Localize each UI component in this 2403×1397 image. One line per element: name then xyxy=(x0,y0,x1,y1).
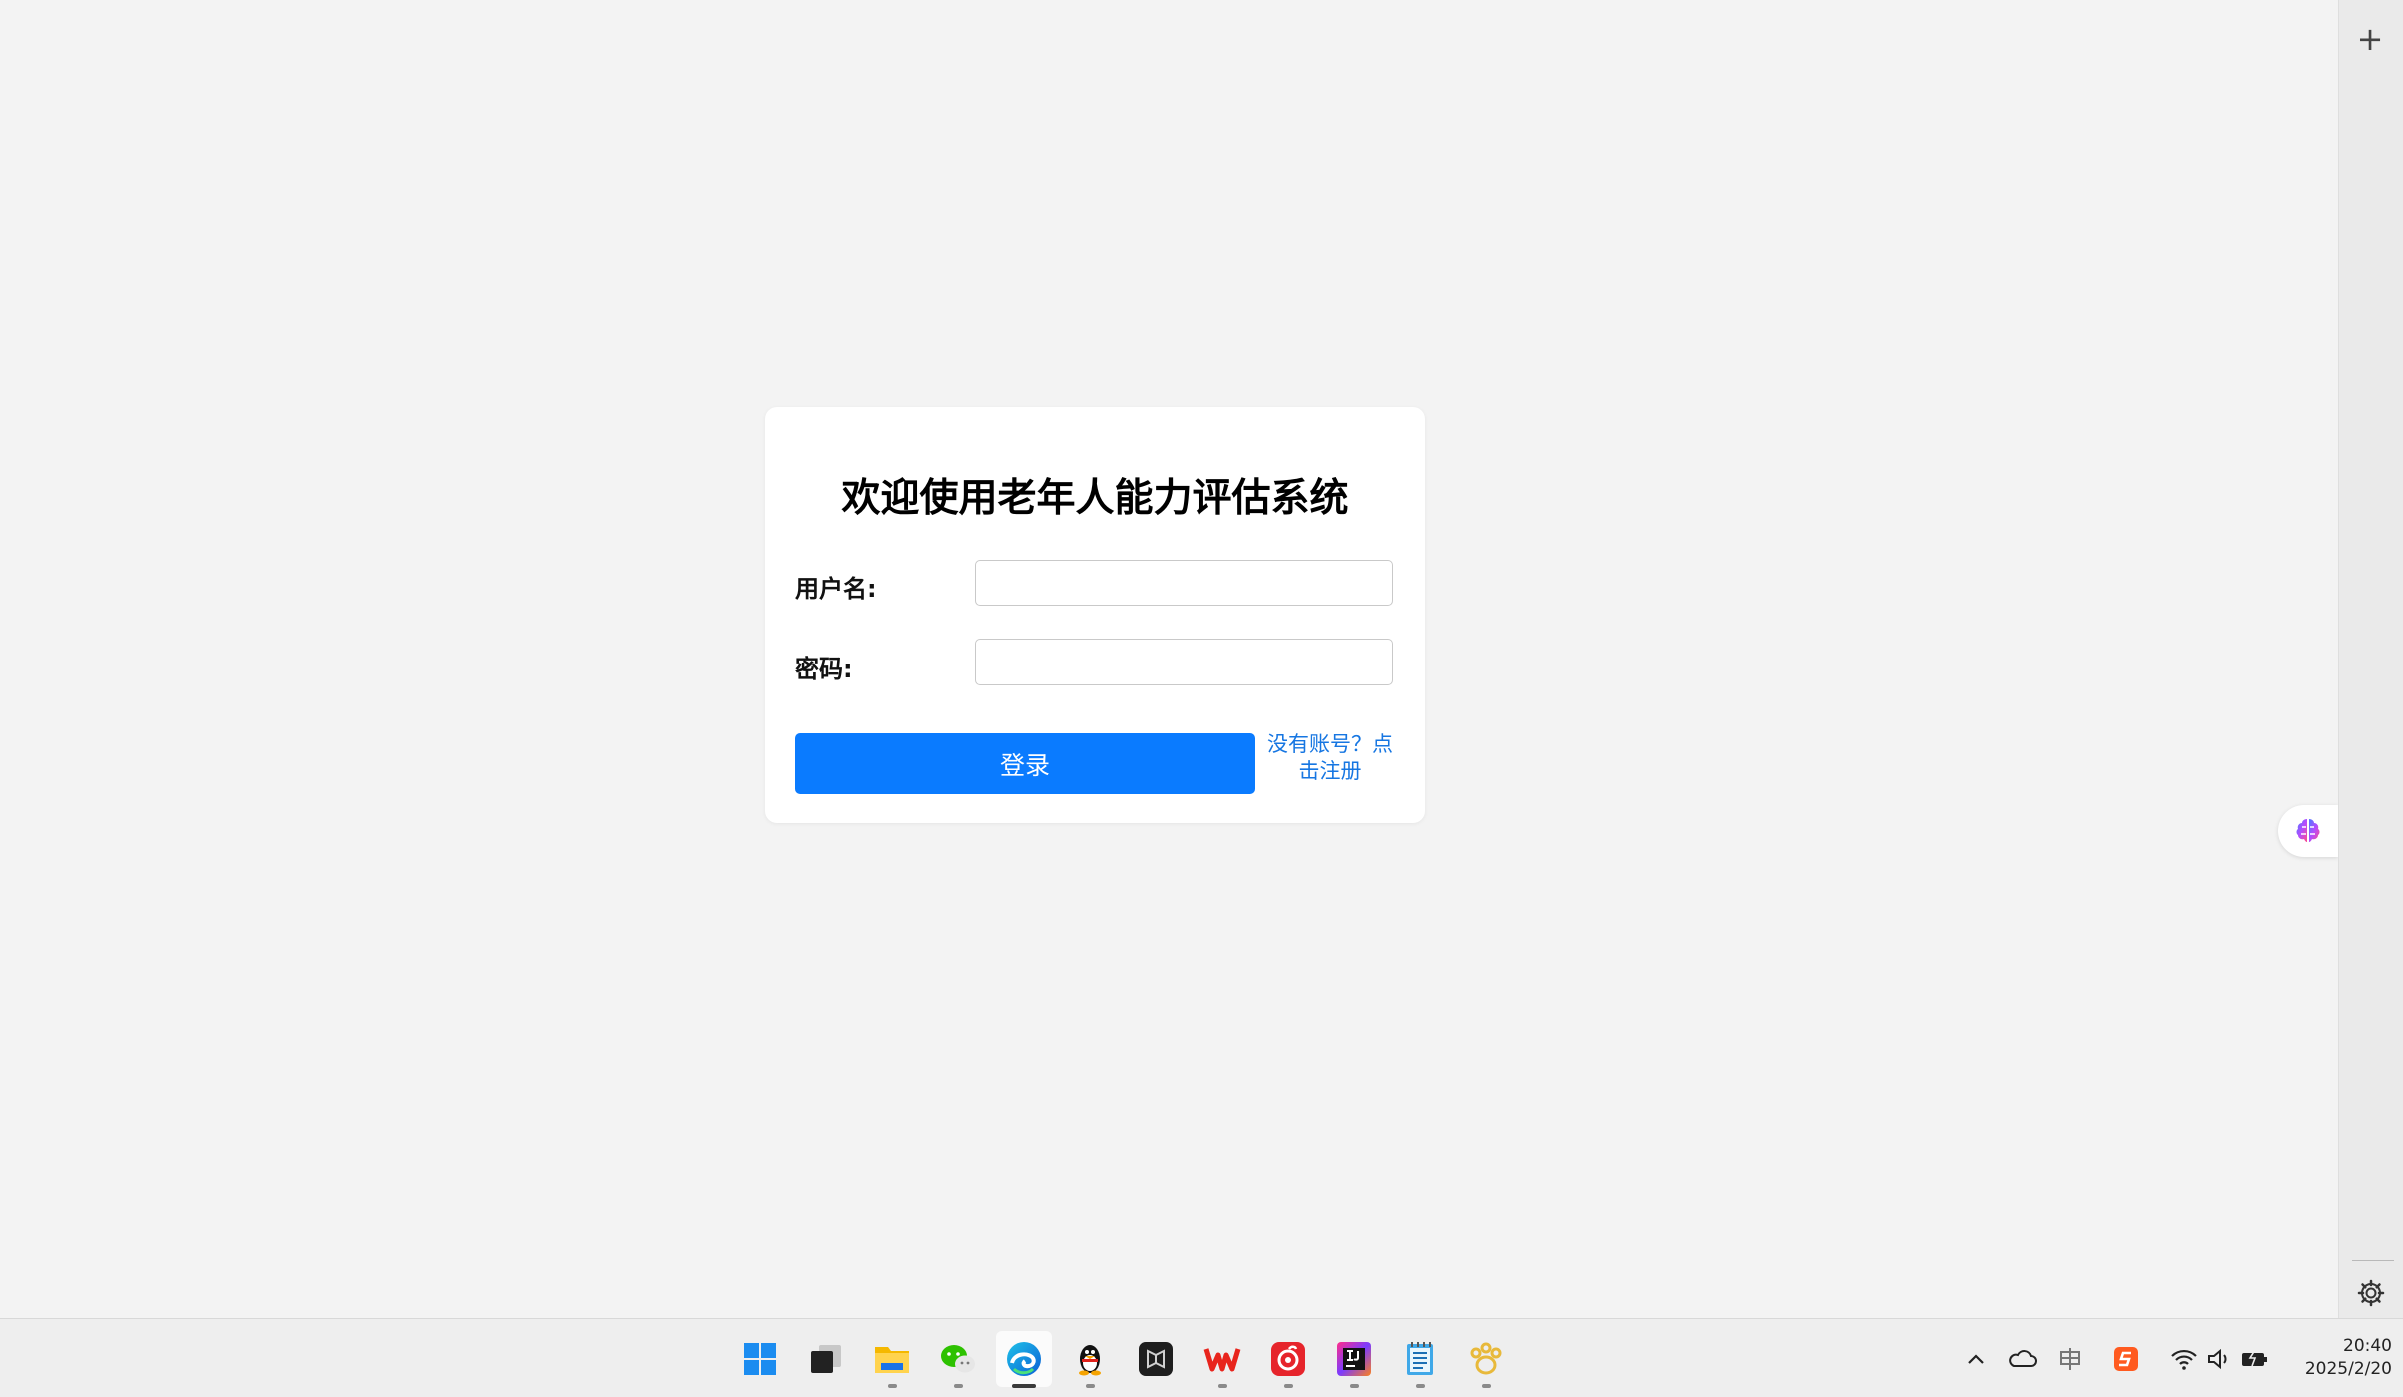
password-label: 密码: xyxy=(795,655,853,683)
username-input[interactable] xyxy=(975,560,1393,606)
edge-sidebar xyxy=(2338,0,2403,1318)
qq-icon[interactable] xyxy=(1062,1331,1118,1388)
wechat-icon[interactable] xyxy=(930,1331,986,1388)
register-link-line2: 击注册 xyxy=(1298,759,1362,783)
onedrive-icon[interactable] xyxy=(2006,1343,2038,1375)
chevron-up-icon[interactable] xyxy=(1960,1343,1992,1375)
dark-app-icon[interactable] xyxy=(1128,1331,1184,1387)
paw-app-icon[interactable] xyxy=(1458,1331,1514,1388)
register-link-line1: 没有账号？点 xyxy=(1267,732,1393,756)
login-card: 欢迎使用老年人能力评估系统 用户名: 密码: 登录 没有账号？点 击注册 xyxy=(765,407,1425,823)
login-button[interactable]: 登录 xyxy=(795,733,1255,794)
wps-icon[interactable] xyxy=(1194,1331,1250,1388)
taskbar-clock[interactable]: 20:40 2025/2/20 xyxy=(2272,1335,2392,1381)
start-icon[interactable] xyxy=(732,1331,788,1387)
task-view-icon[interactable] xyxy=(798,1331,854,1387)
taskbar: 20:40 2025/2/20 xyxy=(0,1318,2403,1397)
settings-gear-icon[interactable] xyxy=(2356,1278,2386,1308)
clock-time: 20:40 xyxy=(2343,1336,2392,1356)
page-title: 欢迎使用老年人能力评估系统 xyxy=(841,476,1349,521)
volume-icon[interactable] xyxy=(2202,1343,2234,1375)
browser-page: 欢迎使用老年人能力评估系统 用户名: 密码: 登录 没有账号？点 击注册 xyxy=(0,0,2338,1318)
register-link[interactable]: 没有账号？点 击注册 xyxy=(1255,731,1405,785)
ai-assistant-float-button[interactable] xyxy=(2278,805,2338,857)
brain-icon xyxy=(2296,819,2320,842)
intellij-idea-icon[interactable] xyxy=(1326,1331,1382,1388)
username-label: 用户名: xyxy=(795,575,877,603)
edge-icon[interactable] xyxy=(996,1331,1052,1388)
notepad-icon[interactable] xyxy=(1392,1331,1448,1388)
sogou-icon[interactable] xyxy=(2110,1343,2142,1375)
battery-icon[interactable] xyxy=(2238,1343,2270,1375)
screen: 欢迎使用老年人能力评估系统 用户名: 密码: 登录 没有账号？点 击注册 + 2… xyxy=(0,0,2403,1397)
input-method-icon[interactable] xyxy=(2054,1343,2086,1375)
file-explorer-icon[interactable] xyxy=(864,1331,920,1388)
clock-date: 2025/2/20 xyxy=(2304,1359,2392,1379)
wifi-icon[interactable] xyxy=(2168,1343,2200,1375)
sidebar-add-icon[interactable]: + xyxy=(2353,22,2387,56)
sidebar-divider xyxy=(2352,1260,2394,1261)
netease-music-icon[interactable] xyxy=(1260,1331,1316,1388)
password-input[interactable] xyxy=(975,639,1393,685)
